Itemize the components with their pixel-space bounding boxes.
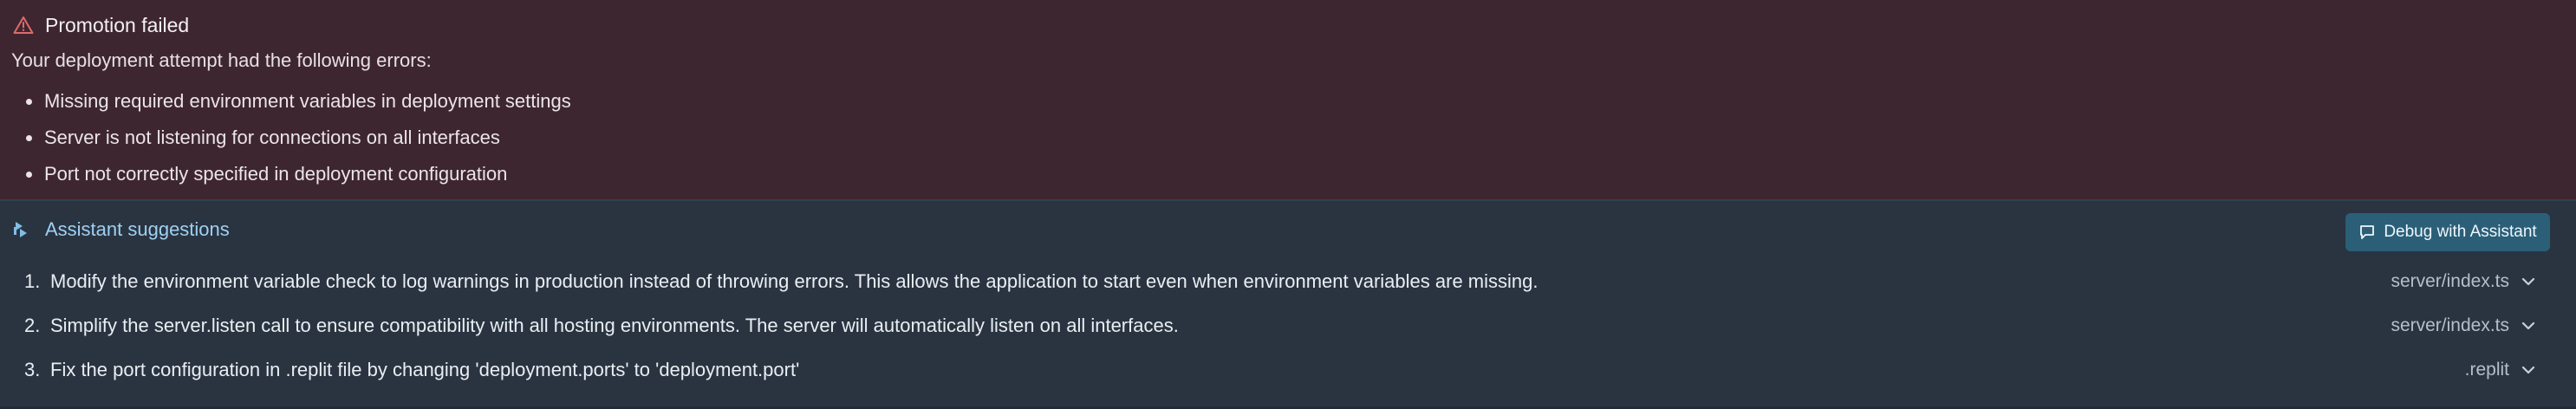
suggestion-file[interactable]: .replit <box>2465 360 2509 380</box>
assistant-suggestions-header: Assistant suggestions <box>12 215 230 244</box>
error-list: Missing required environment variables i… <box>0 83 571 192</box>
error-item: Missing required environment variables i… <box>0 83 571 120</box>
suggestion-text: Fix the port configuration in .replit fi… <box>50 359 800 380</box>
error-item: Port not correctly specified in deployme… <box>0 156 571 192</box>
assistant-suggestions-title: Assistant suggestions <box>45 218 230 240</box>
bullet <box>26 99 32 105</box>
suggestion-row[interactable]: 2. Simplify the server.listen call to en… <box>0 304 2576 347</box>
suggestion-file[interactable]: server/index.ts <box>2391 271 2509 292</box>
error-header: Promotion failed <box>12 12 189 38</box>
error-item: Server is not listening for connections … <box>0 120 571 156</box>
error-intro: Your deployment attempt had the followin… <box>11 49 432 71</box>
error-panel: Promotion failed Your deployment attempt… <box>0 0 2576 201</box>
suggestion-row[interactable]: 3. Fix the port configuration in .replit… <box>0 348 2576 392</box>
suggestion-text: Simplify the server.listen call to ensur… <box>50 315 1179 336</box>
bullet <box>26 135 32 141</box>
error-title: Promotion failed <box>45 13 190 36</box>
suggestion-number: 1. <box>24 270 41 292</box>
suggestion-number: 3. <box>24 359 41 380</box>
chevron-down-icon[interactable] <box>2519 316 2538 335</box>
suggestion-number: 2. <box>24 315 41 336</box>
error-item-text: Missing required environment variables i… <box>44 90 571 112</box>
warning-triangle-icon <box>12 14 35 36</box>
suggestion-file[interactable]: server/index.ts <box>2391 315 2509 336</box>
bullet <box>26 172 32 178</box>
chevron-down-icon[interactable] <box>2519 360 2538 380</box>
chat-icon <box>2358 224 2376 241</box>
suggestion-row[interactable]: 1. Modify the environment variable check… <box>0 260 2576 303</box>
debug-with-assistant-button[interactable]: Debug with Assistant <box>2345 213 2550 251</box>
chevron-down-icon[interactable] <box>2519 272 2538 291</box>
suggestion-text: Modify the environment variable check to… <box>50 270 1538 292</box>
error-item-text: Server is not listening for connections … <box>44 127 500 148</box>
debug-button-label: Debug with Assistant <box>2384 223 2537 241</box>
error-item-text: Port not correctly specified in deployme… <box>44 163 508 185</box>
assistant-icon <box>12 218 31 241</box>
